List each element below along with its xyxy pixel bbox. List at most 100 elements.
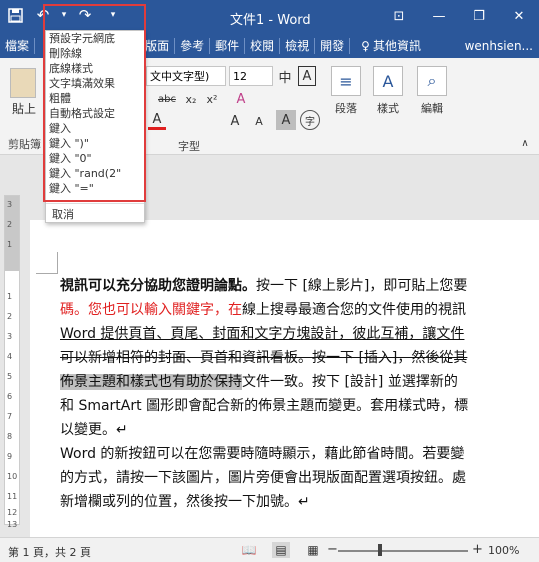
styles-button[interactable]: A 樣式 xyxy=(368,66,408,116)
undo-menu-item[interactable]: 鍵入 ")" xyxy=(46,136,144,151)
ruler-number: 4 xyxy=(7,352,13,361)
phonetic-guide-icon[interactable]: 中 xyxy=(276,66,294,86)
undo-menu-item[interactable]: 鍵入 "=" xyxy=(46,181,144,196)
vertical-ruler: 3 2 1 1 2 3 4 5 6 7 8 9 10 11 12 13 xyxy=(4,195,20,529)
zoom-out-icon[interactable]: − xyxy=(327,542,338,557)
undo-dropdown-arrow[interactable]: ▾ xyxy=(60,4,68,26)
web-layout-icon[interactable]: ▦ xyxy=(304,542,322,558)
strikethrough-icon[interactable]: abc xyxy=(156,90,178,108)
ribbon-display-options-icon[interactable]: ⊡ xyxy=(379,0,419,32)
ruler-number: 7 xyxy=(7,412,13,421)
undo-menu-item[interactable]: 刪除線 xyxy=(46,46,144,61)
undo-menu-item[interactable]: 文字填滿效果 xyxy=(46,76,144,91)
doc-line[interactable]: 和 SmartArt 圖形即會配合新的佈景主題而變更。套用樣式時，標 xyxy=(60,394,539,418)
restore-icon[interactable]: ❐ xyxy=(459,0,499,32)
ruler-number: 9 xyxy=(7,452,13,461)
tab-mailings[interactable]: 郵件 xyxy=(210,38,246,54)
font-color-icon[interactable]: A xyxy=(148,112,166,130)
doc-line[interactable]: 碼。您也可以輸入關鍵字，在線上搜尋最適合您的文件使用的視訊 xyxy=(60,298,539,322)
font-name-select[interactable]: 文中文字型) xyxy=(146,66,226,86)
doc-text: 線上搜尋最適合您的文件使用的視訊 xyxy=(242,302,466,318)
ruler-number: 2 xyxy=(7,220,13,229)
doc-text: Word 的新按鈕可以在您需要時隨時顯示，藉此節省時間。若要變 xyxy=(60,446,465,462)
ruler-number: 10 xyxy=(7,472,18,481)
doc-text: 文件一致。按下 [設計] 並選擇新的 xyxy=(242,374,458,390)
page-count[interactable]: 第 1 頁，共 2 頁 xyxy=(8,544,91,560)
zoom-slider[interactable] xyxy=(338,550,468,552)
grow-font-icon[interactable]: A xyxy=(226,112,244,130)
doc-text-strikethrough: 可以新增相符的封面、頁首和資訊看板。按一下 [插入]，然後從其 xyxy=(60,350,468,366)
doc-line[interactable]: 新增欄或列的位置，然後按一下加號。↵ xyxy=(60,490,539,514)
read-mode-icon[interactable]: 📖 xyxy=(240,542,258,558)
doc-line[interactable]: 佈景主題和樣式也有助於保持文件一致。按下 [設計] 並選擇新的 xyxy=(60,370,539,394)
superscript-icon[interactable]: x² xyxy=(203,90,221,108)
undo-menu-item[interactable]: 自動格式設定 xyxy=(46,106,144,121)
tab-review[interactable]: 校閱 xyxy=(245,38,281,54)
tab-view[interactable]: 檢視 xyxy=(280,38,316,54)
paragraph-label: 段落 xyxy=(335,102,357,115)
redo-icon[interactable]: ↷ xyxy=(74,4,96,26)
title-bar: ↶ ▾ ↷ ▾ 文件1 - Word ⊡ — ❐ ✕ xyxy=(0,0,539,34)
doc-line[interactable]: Word 提供頁首、頁尾、封面和文字方塊設計，彼此互補，讓文件 xyxy=(60,322,539,346)
character-shading-icon[interactable]: A xyxy=(276,110,296,130)
undo-menu-item[interactable]: 鍵入 "rand(2" xyxy=(46,166,144,181)
doc-text-bold: 視訊可以充分協助您證明論點。 xyxy=(60,278,256,294)
undo-menu-item[interactable]: 底線樣式 xyxy=(46,61,144,76)
styles-label: 樣式 xyxy=(377,102,399,115)
print-layout-icon[interactable]: ▤ xyxy=(272,542,290,558)
clear-formatting-icon[interactable]: A xyxy=(232,90,250,108)
tab-references[interactable]: 參考 xyxy=(175,38,211,54)
ruler-number: 1 xyxy=(7,240,13,249)
undo-icon[interactable]: ↶ xyxy=(32,4,54,26)
collapse-ribbon-icon[interactable]: ∧ xyxy=(518,136,532,150)
undo-history-menu: 預設字元網底 刪除線 底線樣式 文字填滿效果 粗體 自動格式設定 鍵入 鍵入 "… xyxy=(45,30,145,223)
doc-line[interactable]: 以變更。↵ xyxy=(60,418,539,442)
paste-label[interactable]: 貼上 xyxy=(12,100,36,117)
subscript-icon[interactable]: x₂ xyxy=(182,90,200,108)
doc-line[interactable]: 可以新增相符的封面、頁首和資訊看板。按一下 [插入]，然後從其 xyxy=(60,346,539,370)
tab-file[interactable]: 檔案 xyxy=(0,38,36,54)
font-size-select[interactable]: 12 xyxy=(229,66,273,86)
ruler-number: 3 xyxy=(7,332,13,341)
tab-layout[interactable]: 版面 xyxy=(140,38,176,54)
undo-cancel-button[interactable]: 取消 xyxy=(52,206,74,222)
doc-line[interactable]: 的方式，請按一下該圖片，圖片旁便會出現版面配置選項按鈕。處 xyxy=(60,466,539,490)
doc-text-red: 碼。您也可以輸入關鍵字，在 xyxy=(60,302,242,318)
window-title: 文件1 - Word xyxy=(230,13,311,28)
save-icon[interactable] xyxy=(4,4,26,26)
undo-menu-item[interactable]: 粗體 xyxy=(46,91,144,106)
undo-menu-item[interactable]: 預設字元網底 xyxy=(46,31,144,46)
tell-me-search[interactable]: ♀ 其他資訊 xyxy=(356,38,426,54)
character-border-icon[interactable]: A xyxy=(298,66,316,86)
document-page[interactable]: 視訊可以充分協助您證明論點。按一下 [線上影片]，即可貼上您要 碼。您也可以輸入… xyxy=(30,220,539,537)
doc-text: 和 SmartArt 圖形即會配合新的佈景主題而變更。套用樣式時，標 xyxy=(60,398,469,414)
doc-line[interactable]: Word 的新按鈕可以在您需要時隨時顯示，藉此節省時間。若要變 xyxy=(60,442,539,466)
ruler-number: 6 xyxy=(7,392,13,401)
font-group-label: 字型 xyxy=(178,140,200,153)
lightbulb-icon: ♀ xyxy=(361,39,370,53)
styles-icon: A xyxy=(373,66,403,96)
zoom-slider-thumb[interactable] xyxy=(378,544,382,556)
customize-qat-icon[interactable]: ▾ xyxy=(102,4,124,26)
ruler-number: 2 xyxy=(7,312,13,321)
close-icon[interactable]: ✕ xyxy=(499,0,539,32)
doc-line[interactable]: 視訊可以充分協助您證明論點。按一下 [線上影片]，即可貼上您要 xyxy=(60,274,539,298)
paragraph-button[interactable]: ≡ 段落 xyxy=(326,66,366,116)
user-account[interactable]: wenhsien... xyxy=(460,38,539,54)
tab-developer[interactable]: 開發 xyxy=(315,38,351,54)
paste-icon[interactable] xyxy=(10,68,36,98)
doc-text: 以變更。↵ xyxy=(60,422,128,438)
status-bar: 第 1 頁，共 2 頁 📖 ▤ ▦ − + 100% xyxy=(0,537,539,562)
editing-button[interactable]: ⌕ 編輯 xyxy=(412,66,452,116)
undo-menu-item[interactable]: 鍵入 xyxy=(46,121,144,136)
shrink-font-icon[interactable]: A xyxy=(250,112,268,130)
undo-menu-separator xyxy=(46,203,144,204)
zoom-level[interactable]: 100% xyxy=(488,544,519,557)
undo-menu-item[interactable]: 鍵入 "0" xyxy=(46,151,144,166)
enclose-characters-icon[interactable]: 字 xyxy=(300,110,320,130)
paragraph-icon: ≡ xyxy=(331,66,361,96)
doc-text-shaded: 佈景主題和樣式也有助於保持 xyxy=(60,374,242,390)
ruler-number: 8 xyxy=(7,432,13,441)
zoom-in-icon[interactable]: + xyxy=(472,542,483,557)
minimize-icon[interactable]: — xyxy=(419,0,459,32)
